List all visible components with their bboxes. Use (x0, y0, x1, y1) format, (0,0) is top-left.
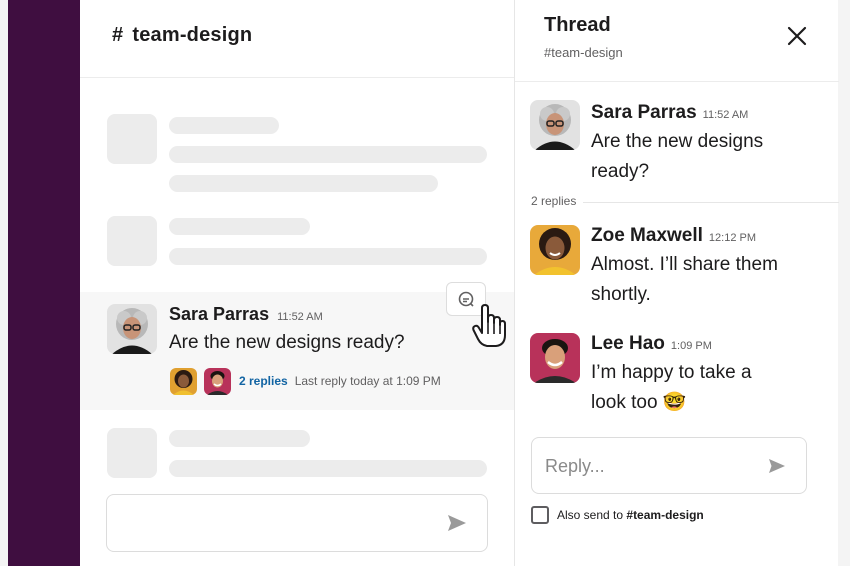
reply-author-name[interactable]: Zoe Maxwell (591, 225, 703, 246)
thread-header: Thread #team-design (515, 0, 839, 82)
thread-parent-timestamp[interactable]: 11:52 AM (703, 109, 749, 121)
reply-timestamp[interactable]: 1:09 PM (671, 340, 712, 352)
reply-author-name[interactable]: Lee Hao (591, 333, 665, 354)
placeholder-line (169, 175, 438, 192)
reply-placeholder: Reply... (545, 456, 605, 476)
thread-replies-summary[interactable]: 2 replies Last reply today at 1:09 PM (170, 367, 441, 395)
reply-timestamp[interactable]: 12:12 PM (709, 232, 756, 244)
message-text: Are the new designs ready? (169, 332, 405, 353)
message-author[interactable]: Sara Parras 11:52 AM (169, 304, 323, 325)
placeholder-line (169, 218, 310, 235)
also-send-label: Also send to #team-design (557, 508, 704, 522)
replies-link[interactable]: 2 replies (239, 374, 288, 388)
thread-channel-link[interactable]: #team-design (544, 45, 623, 60)
placeholder-line (169, 248, 487, 265)
thread-title: Thread (544, 14, 611, 36)
avatar-sara-parras[interactable] (107, 304, 157, 354)
workspace-sidebar (8, 0, 80, 566)
placeholder-line (169, 430, 310, 447)
placeholder-avatar (107, 428, 157, 478)
avatar-sara-parras[interactable] (530, 100, 580, 150)
also-send-checkbox[interactable] (531, 506, 549, 524)
close-icon[interactable] (785, 24, 809, 48)
reply-text: I’m happy to take a look too 🤓 (591, 362, 752, 413)
message-author-name[interactable]: Sara Parras (169, 304, 269, 324)
last-reply-time: Last reply today at 1:09 PM (294, 374, 441, 388)
replies-divider (583, 202, 839, 203)
reply-author[interactable]: Zoe Maxwell 12:12 PM (591, 225, 756, 247)
placeholder-avatar (107, 216, 157, 266)
thread-parent-text: Are the new designs ready? (591, 131, 764, 182)
replies-count: 2 replies (531, 194, 577, 208)
channel-header: # team-design (80, 0, 514, 78)
reply-text: Almost. I’ll share them shortly. (591, 254, 778, 305)
channel-name: team-design (132, 24, 253, 46)
send-icon[interactable] (768, 458, 786, 474)
send-icon[interactable] (447, 514, 467, 532)
channel-hash-icon: # (112, 24, 124, 46)
placeholder-line (169, 117, 279, 134)
hand-pointer-icon (472, 304, 506, 347)
placeholder-avatar (107, 114, 157, 164)
channel-pane: # team-design Sara Parras 11:52 AM Are the (80, 0, 514, 566)
message-composer[interactable] (106, 494, 488, 552)
also-send-channel: #team-design (626, 508, 704, 522)
avatar-lee-hao[interactable] (530, 333, 580, 383)
also-send-prefix: Also send to (557, 508, 624, 522)
avatar-lee-hao (204, 367, 231, 395)
avatar-zoe-maxwell (170, 367, 197, 395)
avatar-zoe-maxwell[interactable] (530, 225, 580, 275)
message-timestamp[interactable]: 11:52 AM (277, 311, 323, 323)
placeholder-line (169, 460, 487, 477)
reply-author[interactable]: Lee Hao 1:09 PM (591, 333, 712, 355)
channel-title[interactable]: # team-design (112, 24, 252, 47)
thread-reply-input[interactable]: Reply... (531, 437, 807, 494)
thread-parent-author-name[interactable]: Sara Parras (591, 102, 697, 123)
also-send-option[interactable]: Also send to #team-design (531, 506, 704, 524)
placeholder-line (169, 146, 487, 163)
thread-pane: Thread #team-design Sara Parras 11:52 AM … (514, 0, 839, 566)
thread-parent-author[interactable]: Sara Parras 11:52 AM (591, 102, 748, 124)
